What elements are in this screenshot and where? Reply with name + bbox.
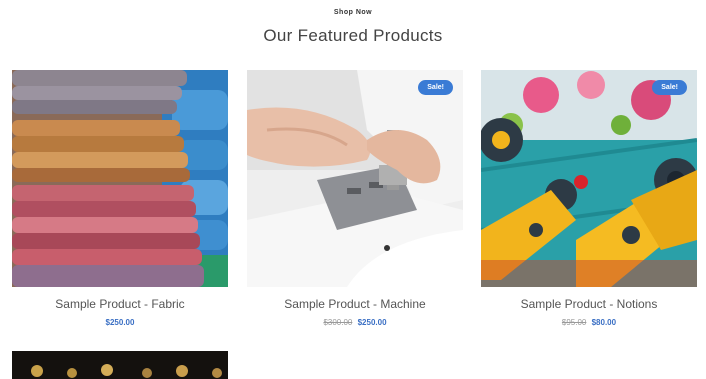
product-price: $250.00 [105,318,135,327]
section-eyebrow: Shop Now [333,9,373,16]
product-price-row: $250.00 [12,318,228,327]
rotary-cutters-image [481,70,697,287]
sale-badge: Sale! [418,80,453,95]
sale-badge: Sale! [652,80,687,95]
featured-products-section: Shop Now Our Featured Products Sample Pr… [0,0,706,379]
section-title: Our Featured Products [263,26,443,45]
product-card-fabric[interactable]: Sample Product - Fabric $250.00 [12,70,228,327]
product-image-fabric[interactable] [12,70,228,287]
sewing-machine-image [247,70,463,287]
product-price-row: $300.00 $250.00 [247,318,463,327]
product-price: $80.00 [591,318,617,327]
product-image-machine[interactable]: Sale! [247,70,463,287]
product-image-partial[interactable] [12,351,228,379]
dark-product-image [12,351,228,379]
product-title[interactable]: Sample Product - Fabric [12,297,228,311]
product-title[interactable]: Sample Product - Notions [481,297,697,311]
stacked-fabric-image [12,70,228,287]
product-image-notions[interactable]: Sale! [481,70,697,287]
product-title[interactable]: Sample Product - Machine [247,297,463,311]
product-compare-price: $95.00 [561,318,587,327]
product-compare-price: $300.00 [323,318,353,327]
product-price: $250.00 [357,318,387,327]
product-card-partial[interactable] [12,351,228,379]
product-card-machine[interactable]: Sale! Sample Product - Machine $300.00 $… [247,70,463,327]
product-card-notions[interactable]: Sale! Sample Product - Notions $95.00 $8… [481,70,697,327]
product-price-row: $95.00 $80.00 [481,318,697,327]
